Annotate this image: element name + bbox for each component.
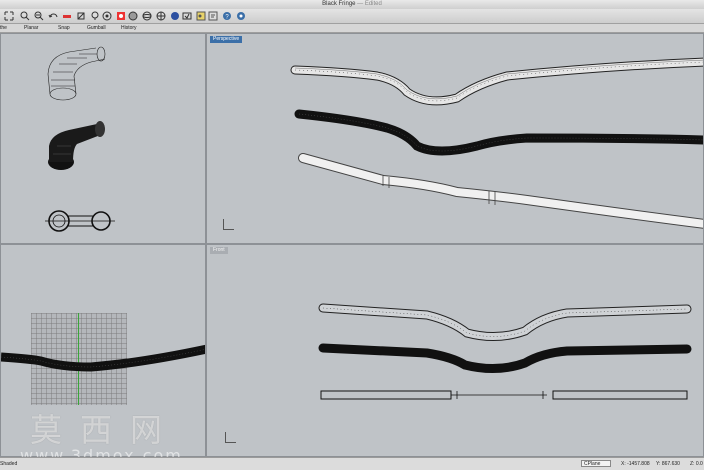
settings-icon[interactable] xyxy=(236,11,246,21)
zoom-extents-icon[interactable] xyxy=(4,11,14,21)
tab-planar[interactable]: Planar xyxy=(24,24,38,32)
handlebar-white xyxy=(298,153,703,229)
front-handlebar-outline xyxy=(320,390,688,400)
elbow-wireframe xyxy=(47,46,106,101)
status-bar: Shaded CPlane X: -1457.808 Y: 867.630 Z:… xyxy=(0,457,704,470)
cplane-dropdown[interactable]: CPlane xyxy=(581,460,611,467)
handlebar-wireframe xyxy=(290,57,703,106)
front-handlebar-black xyxy=(318,343,692,373)
command-tabs: the Planar Snap Gumball History xyxy=(0,24,704,33)
camera-icon[interactable] xyxy=(182,11,192,21)
front-handlebar-wireframe xyxy=(318,303,692,341)
elbow-solid xyxy=(48,121,105,170)
point-icon[interactable] xyxy=(76,11,86,21)
info-icon[interactable]: ? xyxy=(222,11,232,21)
tab-history[interactable]: History xyxy=(121,24,137,32)
tab-gumball[interactable]: Gumball xyxy=(87,24,106,32)
viewport-perspective[interactable]: Perspective xyxy=(206,33,704,244)
clamp-top-view xyxy=(45,210,115,232)
sphere-icon[interactable] xyxy=(128,11,138,21)
display-mode-label: Shaded xyxy=(0,461,18,467)
render-icon[interactable] xyxy=(142,11,152,21)
lasso-icon[interactable] xyxy=(90,11,100,21)
front-axis-indicator xyxy=(225,432,236,443)
watermark-logo-text: 莫西网 xyxy=(30,411,181,449)
viewport-perspective-canvas xyxy=(290,57,703,229)
select-icon[interactable] xyxy=(116,11,126,21)
tab-snap[interactable]: Snap xyxy=(58,24,70,32)
viewport-top-canvas xyxy=(45,46,115,232)
properties-icon[interactable] xyxy=(196,11,206,21)
undo-icon[interactable] xyxy=(48,11,58,21)
layer-icon[interactable] xyxy=(102,11,112,21)
viewport-top[interactable] xyxy=(0,33,206,244)
help-icon[interactable] xyxy=(208,11,218,21)
ruler-icon[interactable] xyxy=(62,11,72,21)
zoom-window-icon[interactable] xyxy=(34,11,44,21)
coord-y: Y: 867.630 xyxy=(656,461,680,467)
handlebar-black xyxy=(294,109,703,156)
edited-indicator: — Edited xyxy=(357,1,382,7)
main-toolbar: ? xyxy=(0,9,704,24)
window-title: Black Fringe xyxy=(322,1,356,7)
lock-icon[interactable] xyxy=(170,11,180,21)
viewport-front-canvas xyxy=(318,303,692,400)
pan-icon[interactable] xyxy=(20,11,30,21)
world-axis-indicator xyxy=(223,219,234,230)
globe-icon[interactable] xyxy=(156,11,166,21)
viewport-front[interactable]: Front xyxy=(206,244,704,457)
coord-x: X: -1457.808 xyxy=(621,461,650,467)
tab-the[interactable]: the xyxy=(0,24,7,32)
coord-z: Z: 0.0 xyxy=(690,461,703,467)
